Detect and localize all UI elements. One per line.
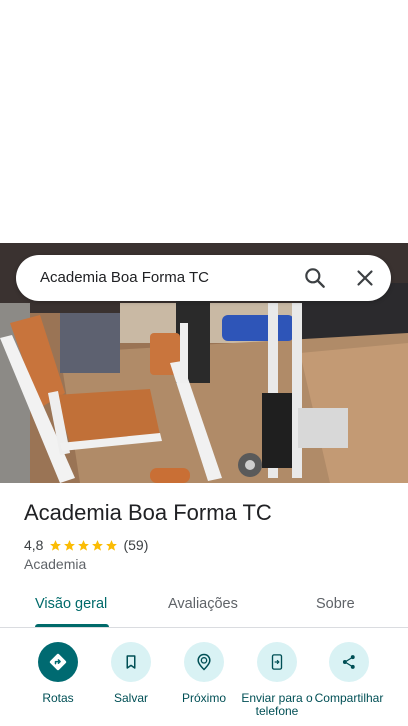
share-label: Compartilhar [314, 692, 384, 705]
share-icon [329, 642, 369, 682]
review-count: (59) [123, 537, 149, 553]
share-button[interactable]: Compartilhar [313, 642, 385, 705]
place-details-screen: Academia Boa Forma TC Academia Boa Forma… [0, 0, 408, 726]
search-query[interactable]: Academia Boa Forma TC [40, 269, 209, 286]
search-icon[interactable] [302, 265, 328, 291]
directions-label: Rotas [42, 692, 74, 705]
send-to-phone-button[interactable]: Enviar para o telefone [241, 642, 313, 718]
rating-stars [49, 539, 119, 552]
rating-value: 4,8 [24, 537, 44, 553]
star-icon [106, 539, 118, 551]
action-buttons: Rotas Salvar Próximo Enviar para o telef… [0, 640, 408, 726]
star-icon [78, 539, 90, 551]
save-label: Salvar [113, 692, 148, 705]
tab-reviews[interactable]: Avaliações [168, 596, 238, 612]
send-to-phone-label: Enviar para o telefone [241, 692, 313, 718]
tab-about[interactable]: Sobre [316, 596, 355, 612]
map-area[interactable] [0, 0, 408, 243]
place-title: Academia Boa Forma TC [24, 500, 272, 525]
star-icon [64, 539, 76, 551]
star-icon [50, 539, 62, 551]
place-category: Academia [24, 556, 87, 572]
nearby-icon [184, 642, 224, 682]
directions-icon [38, 642, 78, 682]
nearby-button[interactable]: Próximo [168, 642, 240, 705]
directions-button[interactable]: Rotas [22, 642, 94, 705]
star-icon [92, 539, 104, 551]
tab-overview[interactable]: Visão geral [35, 596, 107, 612]
close-icon[interactable] [352, 265, 378, 291]
bookmark-icon [111, 642, 151, 682]
active-tab-indicator [35, 624, 109, 627]
tab-bar: Visão geral Avaliações Sobre [0, 584, 408, 628]
nearby-label: Próximo [181, 692, 226, 705]
save-button[interactable]: Salvar [95, 642, 167, 705]
send-to-phone-icon [257, 642, 297, 682]
rating-row[interactable]: 4,8 (59) [24, 536, 148, 554]
search-bar[interactable]: Academia Boa Forma TC [16, 255, 391, 301]
